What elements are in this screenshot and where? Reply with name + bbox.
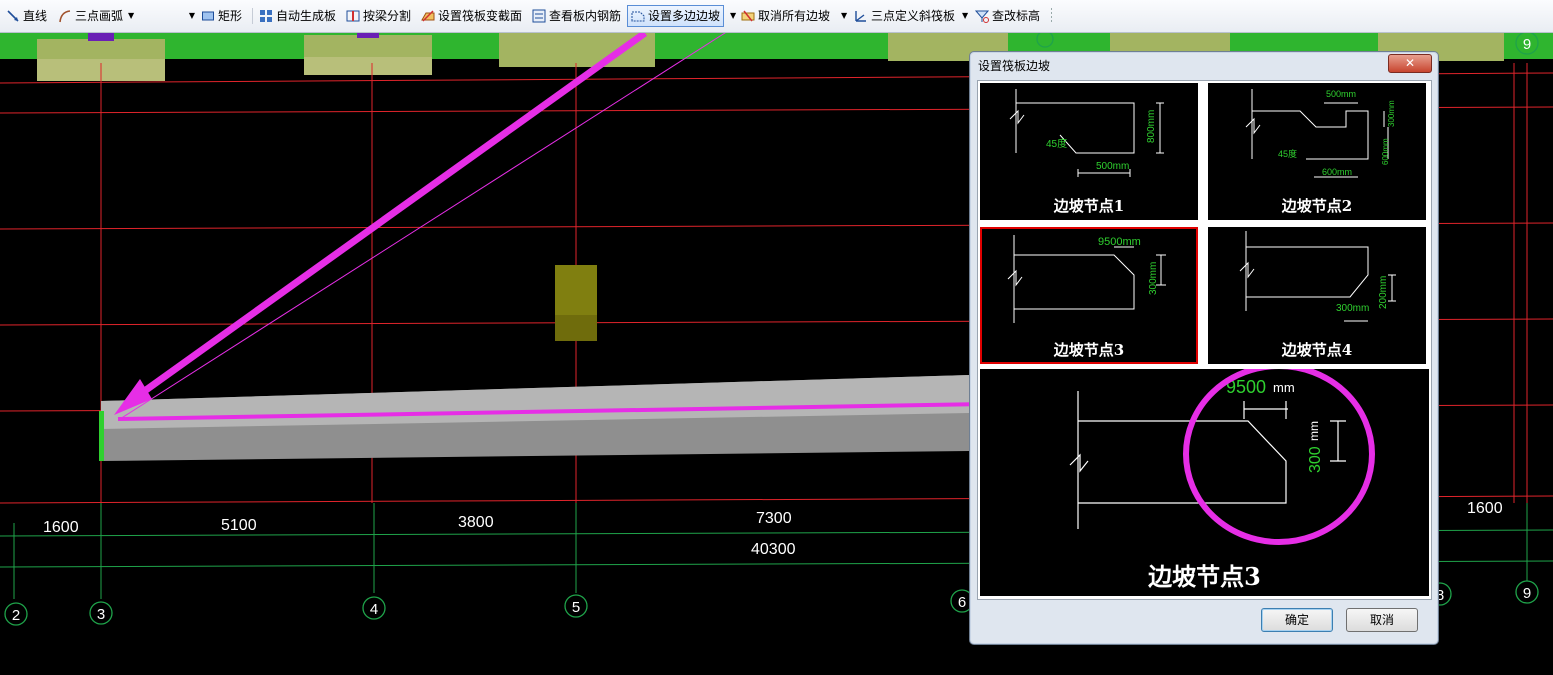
axis-label: 6 [958, 594, 966, 611]
view-rebar-label: 查看板内钢筋 [549, 9, 622, 23]
slope-preview: 9500 mm 300 mm 边坡节点3 [980, 363, 1429, 596]
axis-label: 5 [572, 599, 580, 616]
elevation-icon [974, 9, 990, 23]
dim-label: 45度 [1278, 148, 1297, 159]
rectangle-icon [201, 9, 215, 23]
cancel-all-slopes-label: 取消所有边坡 [758, 9, 831, 23]
raft-section-icon [421, 9, 435, 23]
rebar-icon [532, 9, 546, 23]
option-label: 边坡节点2 [1281, 197, 1353, 215]
dim-label: 200mm [1378, 276, 1389, 309]
option-panel: 45度 800mm 500mm 边坡节点1 500mm 300mm 600mm … [977, 80, 1432, 600]
axis-label: 2 [12, 607, 20, 624]
axis-label: 3 [97, 606, 105, 623]
option-label: 边坡节点1 [1053, 197, 1125, 215]
dim-label: 500mm [1326, 89, 1356, 99]
split-by-beam-label: 按梁分割 [363, 9, 412, 23]
check-elevation-tool[interactable]: 查改标高 [974, 6, 1041, 26]
dim-text: 5100 [221, 517, 257, 534]
rect-label: 矩形 [218, 9, 243, 23]
axis-label: 9 [1523, 36, 1531, 53]
line-label: 直线 [23, 9, 48, 23]
dim-label: 600mm [1322, 167, 1352, 177]
dim-label: 9500mm [1098, 236, 1141, 248]
slope-node-option-3[interactable]: 9500mm 300mm 边坡节点3 [980, 227, 1198, 364]
slope-node-option-4[interactable]: 300mm 200mm 边坡节点4 [1208, 227, 1426, 364]
arc-tool[interactable]: 三点画弧 ▼ [58, 6, 134, 26]
dim-label: 300mm [1336, 303, 1369, 314]
raft-section-label: 设置筏板变截面 [438, 9, 523, 23]
close-button[interactable]: ✕ [1388, 54, 1432, 73]
arc-dropdown[interactable]: ▼ [143, 6, 195, 26]
dim-text: 3800 [458, 514, 494, 531]
dim-unit: mm [1273, 380, 1295, 395]
chevron-down-icon[interactable]: ▼ [962, 6, 968, 26]
three-point-slope-tool[interactable]: 三点定义斜筏板 ▼ [854, 6, 968, 26]
raft-slope-dialog: 设置筏板边坡 ✕ 45度 800mm 500mm 边坡节点1 500mm 300… [969, 51, 1439, 645]
line-icon [6, 9, 20, 23]
line-tool[interactable]: 直线 [6, 6, 47, 26]
dim-label: 500mm [1096, 161, 1129, 172]
chevron-down-icon[interactable]: ▼ [128, 6, 134, 26]
slope-node-option-2[interactable]: 500mm 300mm 600mm 45度 600mm 边坡节点2 [1208, 83, 1426, 220]
check-elevation-label: 查改标高 [992, 9, 1041, 23]
view-rebar-tool[interactable]: 查看板内钢筋 [532, 6, 621, 26]
chevron-down-icon: ▼ [730, 11, 737, 20]
dim-text: 1600 [1467, 500, 1503, 517]
cancel-all-slopes-tool[interactable]: 取消所有边坡 ▼ [741, 6, 847, 26]
arc-label: 三点画弧 [75, 9, 124, 23]
dim-label: 45度 [1046, 137, 1067, 150]
raft-section-tool[interactable]: 设置筏板变截面 [421, 6, 522, 26]
chevron-down-icon: ▼ [188, 11, 195, 20]
dim-text: 7300 [756, 510, 792, 527]
dim-total-text: 40300 [751, 541, 796, 558]
option-label: 边坡节点3 [1053, 341, 1125, 359]
toolbar-grip[interactable] [1051, 8, 1052, 24]
split-by-beam-tool[interactable]: 按梁分割 [346, 6, 411, 26]
slope-polygon-icon [631, 9, 645, 23]
grid-icon [259, 9, 273, 23]
slope-node-option-1[interactable]: 45度 800mm 500mm 边坡节点1 [980, 83, 1198, 220]
dim-unit: mm [1307, 421, 1321, 441]
column-block [555, 265, 597, 341]
set-multi-slope-tool[interactable]: 设置多边边坡 [627, 5, 725, 27]
chevron-down-icon[interactable]: ▼ [841, 6, 847, 26]
cancel-slope-icon [741, 9, 755, 23]
multi-slope-dropdown[interactable]: ▼ [728, 6, 736, 26]
auto-slab-label: 自动生成板 [276, 9, 337, 23]
rect-tool[interactable]: 矩形 [201, 6, 242, 26]
dim-label: 600mm [1381, 138, 1390, 165]
set-multi-slope-label: 设置多边边坡 [648, 9, 721, 23]
axis-label: 4 [370, 601, 378, 618]
dim-label: 300mm [1148, 262, 1159, 295]
dialog-title: 设置筏板边坡 [978, 59, 1051, 73]
auto-slab-tool[interactable]: 自动生成板 [259, 6, 336, 26]
split-icon [346, 9, 360, 23]
arc-icon [58, 9, 72, 23]
axis-label: 9 [1523, 585, 1531, 602]
toolbar: 直线 三点画弧 ▼ ▼ 矩形 自动生成板 按梁分割 设置筏板变截面 查看板内钢筋… [0, 0, 1553, 33]
cancel-button[interactable]: 取消 [1346, 608, 1418, 632]
dim-label: 300 [1307, 446, 1324, 473]
preview-label: 边坡节点3 [1148, 562, 1261, 591]
three-point-icon [854, 9, 868, 23]
option-label: 边坡节点4 [1281, 341, 1353, 359]
toolbar-separator [252, 8, 253, 24]
dim-label: 300mm [1387, 100, 1396, 127]
dim-text: 1600 [43, 519, 79, 536]
three-point-slope-label: 三点定义斜筏板 [871, 9, 956, 23]
dim-label: 800mm [1146, 110, 1157, 143]
ok-button[interactable]: 确定 [1261, 608, 1333, 632]
